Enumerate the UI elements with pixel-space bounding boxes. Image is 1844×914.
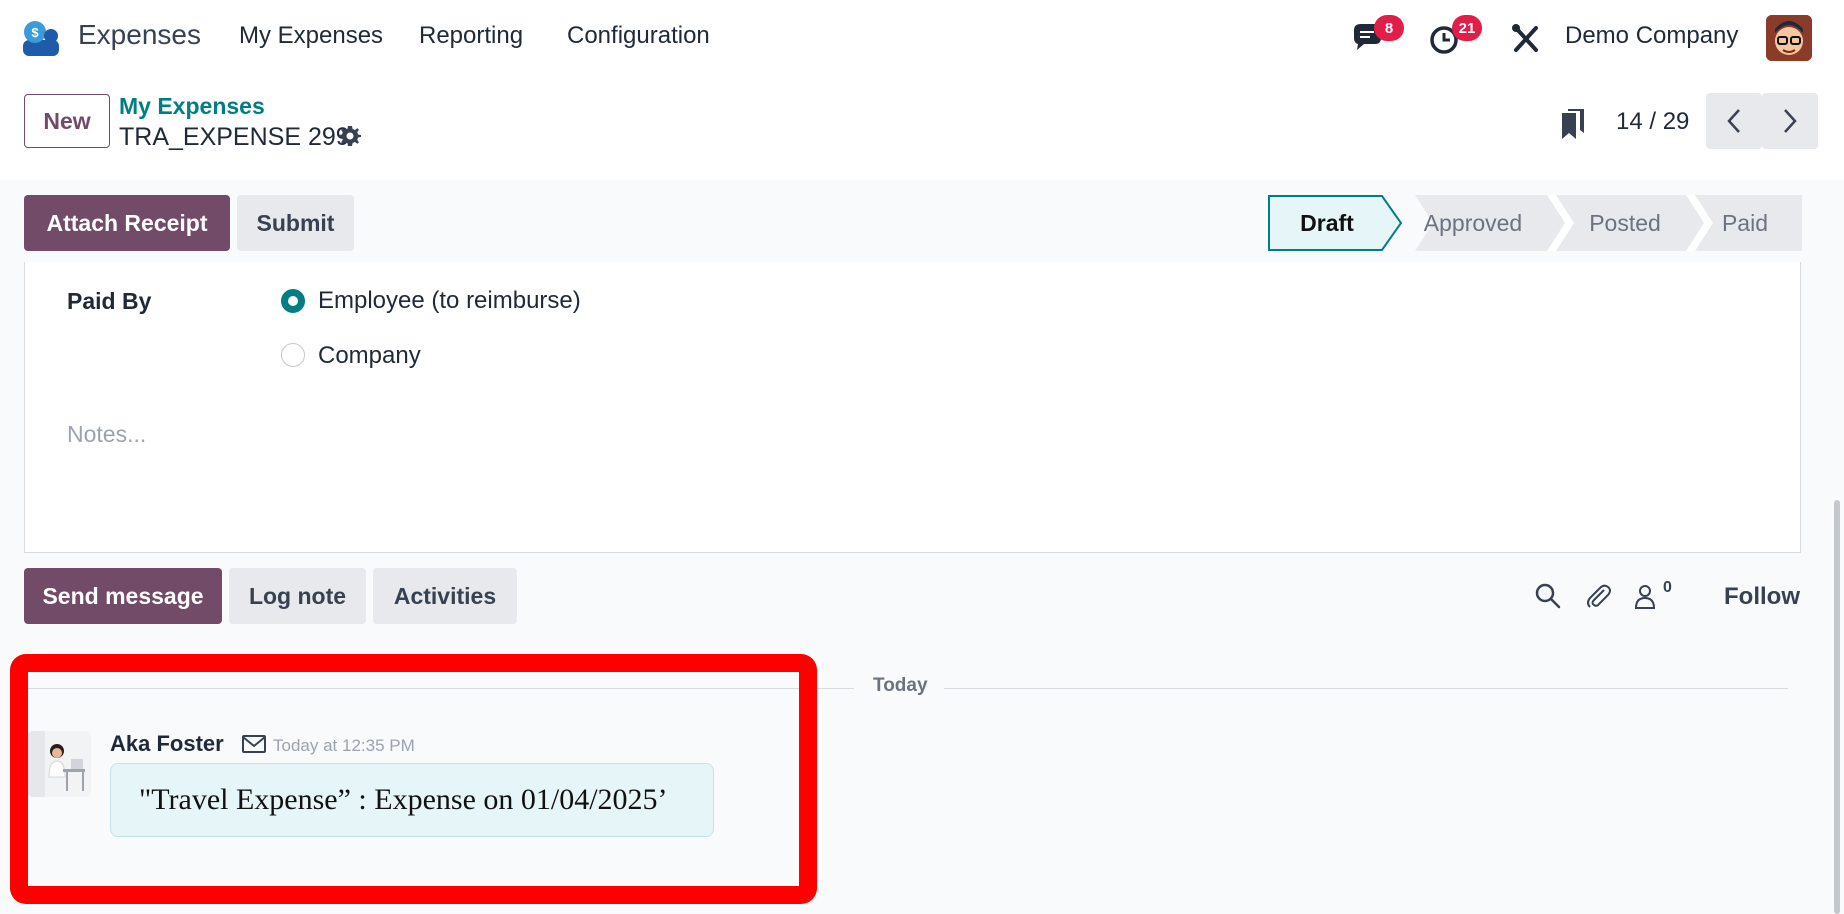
chevron-right-icon <box>1784 109 1797 133</box>
top-navbar: $ Expenses My Expenses Reporting Configu… <box>0 0 1844 78</box>
radio-employee-label[interactable]: Employee (to reimburse) <box>318 287 581 315</box>
notes-field[interactable]: Notes... <box>67 421 146 448</box>
message-body: "Travel Expense” : Expense on 01/04/2025… <box>139 783 668 816</box>
svg-text:$: $ <box>31 25 39 40</box>
expenses-app-icon[interactable]: $ <box>21 20 61 58</box>
activities-button[interactable]: Activities <box>373 568 517 624</box>
search-icon[interactable] <box>1534 582 1562 610</box>
message-bubble: "Travel Expense” : Expense on 01/04/2025… <box>110 763 714 837</box>
company-switcher[interactable]: Demo Company <box>1565 22 1738 50</box>
user-avatar[interactable] <box>1766 15 1812 61</box>
stage-posted[interactable]: Posted <box>1565 195 1685 251</box>
messages-badge: 8 <box>1374 15 1404 41</box>
stage-paid[interactable]: Paid <box>1700 195 1790 251</box>
menu-reporting[interactable]: Reporting <box>419 22 523 50</box>
paperclip-icon[interactable] <box>1584 582 1612 610</box>
message-author[interactable]: Aka Foster <box>110 731 224 757</box>
menu-my-expenses[interactable]: My Expenses <box>239 22 383 50</box>
paid-by-label: Paid By <box>67 288 152 314</box>
radio-company-label[interactable]: Company <box>318 342 421 370</box>
follow-button[interactable]: Follow <box>1724 583 1800 611</box>
envelope-icon <box>242 735 266 753</box>
log-note-button[interactable]: Log note <box>229 568 366 624</box>
date-separator-line-left <box>24 688 854 689</box>
date-separator-label: Today <box>873 675 928 696</box>
gear-icon[interactable] <box>338 124 362 148</box>
bookmark-icon[interactable] <box>1560 107 1586 141</box>
message-timestamp: Today at 12:35 PM <box>273 736 415 755</box>
tools-icon[interactable] <box>1510 20 1542 56</box>
activities-badge: 21 <box>1452 15 1482 41</box>
new-button[interactable]: New <box>24 94 110 148</box>
menu-configuration[interactable]: Configuration <box>567 22 710 50</box>
submit-button[interactable]: Submit <box>237 195 354 251</box>
radio-company[interactable] <box>281 343 305 367</box>
author-avatar[interactable] <box>27 731 91 797</box>
pager-previous-button[interactable] <box>1706 93 1762 149</box>
followers-icon[interactable] <box>1633 582 1661 610</box>
app-name[interactable]: Expenses <box>78 19 201 51</box>
scrollbar[interactable] <box>1834 500 1840 914</box>
stage-draft[interactable]: Draft <box>1269 195 1385 251</box>
date-separator-line-right <box>944 688 1788 689</box>
followers-count: 0 <box>1663 579 1672 596</box>
pager-next-button[interactable] <box>1762 93 1818 149</box>
record-title: TRA_EXPENSE 299 <box>119 123 350 151</box>
pager-value[interactable]: 14 / 29 <box>1616 108 1689 136</box>
radio-employee[interactable] <box>281 289 305 313</box>
breadcrumb-my-expenses[interactable]: My Expenses <box>119 93 265 120</box>
chevron-left-icon <box>1727 109 1740 133</box>
stage-approved[interactable]: Approved <box>1405 195 1541 251</box>
send-message-button[interactable]: Send message <box>24 568 222 624</box>
attach-receipt-button[interactable]: Attach Receipt <box>24 195 230 251</box>
